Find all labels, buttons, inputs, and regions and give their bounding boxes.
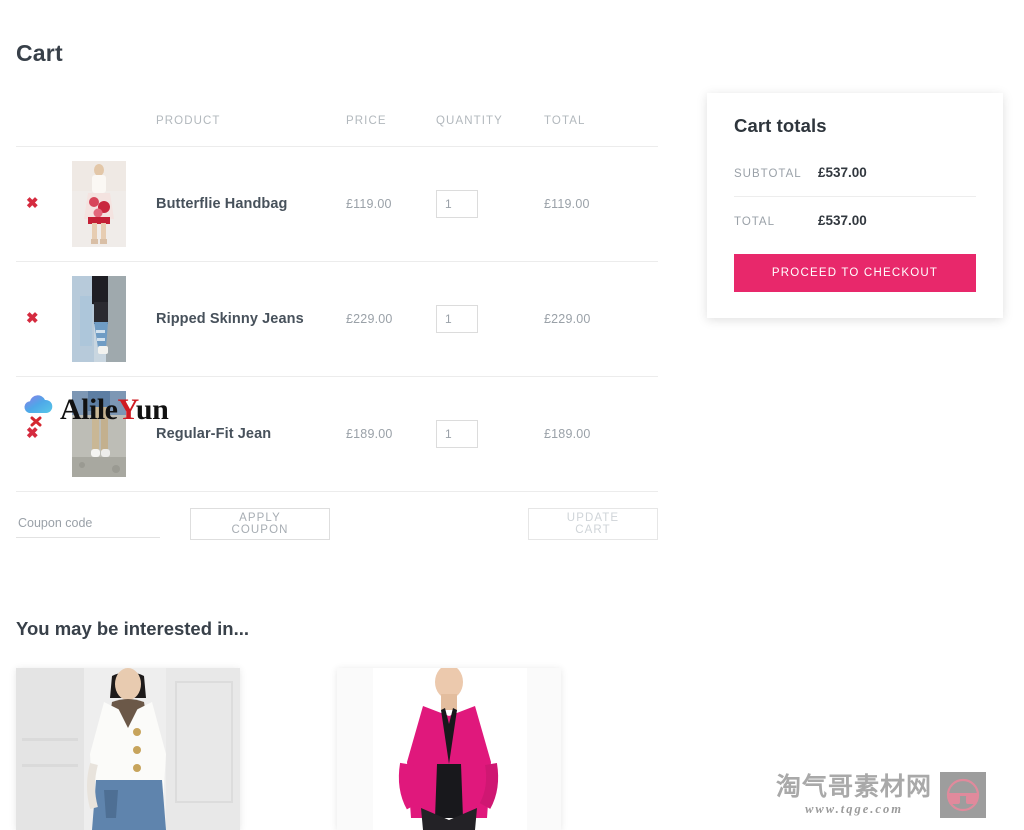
- remove-item-cell: ✖: [16, 425, 72, 443]
- related-product-card[interactable]: [337, 668, 561, 830]
- coupon-row: APPLY COUPON UPDATE CART: [16, 493, 658, 555]
- product-quantity-cell: [436, 305, 544, 333]
- product-name-cell: Ripped Skinny Jeans: [156, 310, 346, 328]
- watermark-tqge-chinese: 淘气哥素材网: [776, 771, 933, 801]
- product-price: £229.00: [346, 312, 393, 326]
- related-product-card[interactable]: [16, 668, 240, 830]
- cart-table: PRODUCT PRICE QUANTITY TOTAL ✖ Butterfli…: [16, 104, 658, 492]
- product-name-link[interactable]: Butterflie Handbag: [156, 196, 288, 212]
- subtotal-row: SUBTOTAL £537.00: [734, 161, 976, 197]
- table-row: ✖ Regular-Fit Jean £189.00 1 £189.00: [16, 377, 658, 492]
- column-header-product: PRODUCT: [156, 115, 221, 127]
- quantity-input[interactable]: [436, 420, 478, 448]
- coupon-code-input[interactable]: [16, 510, 160, 538]
- total-value: £537.00: [818, 213, 867, 228]
- remove-item-icon[interactable]: ✖: [16, 310, 39, 327]
- remove-item-icon[interactable]: ✖: [16, 425, 39, 442]
- total-row: TOTAL £537.00: [734, 197, 976, 242]
- product-thumbnail-regular-fit-jean[interactable]: [72, 391, 126, 477]
- proceed-to-checkout-button[interactable]: PROCEED TO CHECKOUT: [734, 254, 976, 292]
- product-thumbnail-ripped-skinny-jeans[interactable]: [72, 276, 126, 362]
- cart-totals-card: Cart totals SUBTOTAL £537.00 TOTAL £537.…: [707, 93, 1003, 318]
- related-product-image-white-blazer: [16, 668, 240, 830]
- cart-table-header: PRODUCT PRICE QUANTITY TOTAL: [16, 104, 658, 147]
- quantity-input[interactable]: [436, 305, 478, 333]
- product-thumbnail-cell: [72, 391, 156, 477]
- quantity-input[interactable]: [436, 190, 478, 218]
- product-line-total: £119.00: [544, 197, 590, 211]
- column-header-total: TOTAL: [544, 115, 586, 127]
- remove-item-cell: ✖: [16, 310, 72, 328]
- column-header-quantity: QUANTITY: [436, 115, 503, 127]
- subtotal-label: SUBTOTAL: [734, 168, 802, 180]
- subtotal-value: £537.00: [818, 165, 867, 180]
- remove-item-cell: ✖: [16, 195, 72, 213]
- apply-coupon-button[interactable]: APPLY COUPON: [190, 508, 330, 540]
- product-line-total: £189.00: [544, 427, 591, 441]
- product-quantity-cell: [436, 190, 544, 218]
- product-price: £189.00: [346, 427, 393, 441]
- column-header-price: PRICE: [346, 115, 387, 127]
- total-label: TOTAL: [734, 216, 775, 228]
- product-name-cell: Regular-Fit Jean: [156, 425, 346, 443]
- watermark-tqge-text-block: 淘气哥素材网 www.tqge.com: [776, 774, 932, 817]
- product-name-cell: Butterflie Handbag: [156, 195, 346, 213]
- table-row: ✖ Ripped Skinny Jeans £229.00 1 £229.00: [16, 262, 658, 377]
- product-price: £119.00: [346, 197, 392, 211]
- remove-item-icon[interactable]: ✖: [16, 195, 39, 212]
- glasses-icon: [946, 778, 980, 812]
- page-title: Cart: [16, 40, 63, 66]
- watermark-tqge-badge: [940, 772, 987, 818]
- update-cart-button[interactable]: UPDATE CART: [528, 508, 658, 540]
- watermark-tqge-url: www.tqge.com: [805, 801, 903, 816]
- related-product-image-pink-blazer: [337, 668, 561, 830]
- product-name-link[interactable]: Regular-Fit Jean: [156, 426, 271, 442]
- product-thumbnail-butterflie-handbag[interactable]: [72, 161, 126, 247]
- related-products-title: You may be interested in...: [16, 618, 250, 639]
- related-products-grid: [16, 668, 716, 830]
- product-quantity-cell: [436, 420, 544, 448]
- product-thumbnail-cell: [72, 161, 156, 247]
- product-line-total: £229.00: [544, 312, 591, 326]
- product-thumbnail-cell: [72, 276, 156, 362]
- cart-totals-title: Cart totals: [734, 115, 827, 136]
- product-name-link[interactable]: Ripped Skinny Jeans: [156, 311, 304, 327]
- table-row: ✖ Butterflie Handbag £119.00 1 £119.00: [16, 147, 658, 262]
- watermark-tqge: 淘气哥素材网 www.tqge.com: [776, 772, 987, 818]
